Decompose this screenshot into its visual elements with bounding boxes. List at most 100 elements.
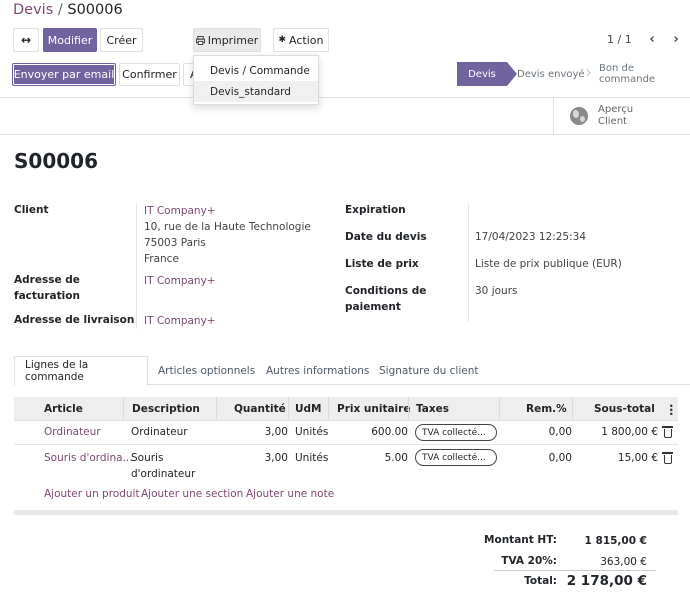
- tab-lignes-commande[interactable]: Lignes de la commande: [14, 356, 148, 386]
- row-article[interactable]: Ordinateur: [44, 424, 101, 440]
- conditions-label-line2: paiement: [345, 301, 401, 313]
- status-stage-devis[interactable]: Devis: [457, 62, 517, 86]
- add-note-link[interactable]: Ajouter une note: [246, 488, 334, 500]
- col-udm[interactable]: UdM: [295, 397, 322, 421]
- pager-next-button[interactable]: ›: [668, 30, 684, 48]
- trash-icon[interactable]: [662, 426, 673, 438]
- tax-badge[interactable]: TVA collecté...: [415, 449, 497, 466]
- control-panel: Devis / S00006 ↔ Modifier Créer Imprimer…: [0, 0, 690, 98]
- modifier-button[interactable]: Modifier: [43, 28, 97, 52]
- breadcrumb-separator: /: [53, 2, 68, 18]
- col-quantite[interactable]: Quantité: [234, 397, 286, 421]
- col-taxes[interactable]: Taxes: [416, 397, 449, 421]
- status-stage-bon-commande[interactable]: Bon de commande: [599, 62, 690, 86]
- imprimer-button[interactable]: Imprimer: [193, 28, 261, 52]
- conditions-paiement-field[interactable]: 30 jours: [475, 283, 517, 299]
- print-dropdown-menu: Devis / Commande Devis_standard: [193, 55, 319, 105]
- order-lines-header: Article Description Quantité UdM Prix un…: [14, 397, 678, 421]
- record-title: S00006: [14, 149, 98, 173]
- totals-divider: [494, 570, 656, 571]
- date-devis-field[interactable]: 17/04/2023 12:25:34: [475, 229, 586, 245]
- confirmer-button[interactable]: Confirmer: [119, 63, 180, 86]
- conditions-label-line1: Conditions de: [345, 285, 427, 297]
- divider: [0, 134, 553, 135]
- field-separator: [468, 204, 469, 322]
- row-prix: 600.00: [371, 426, 408, 438]
- row-remise: 0,00: [548, 452, 572, 464]
- expand-button[interactable]: ↔: [13, 28, 39, 52]
- row-sous-total: 15,00 €: [617, 452, 658, 464]
- row-prix: 5.00: [384, 452, 408, 464]
- form-sheet: Aperçu Client S00006 Client IT Company+ …: [0, 98, 690, 603]
- total-value: 2 178,00 €: [566, 573, 647, 589]
- print-icon: [195, 35, 205, 45]
- column-separator: [408, 397, 409, 421]
- row-quantite: 3,00: [264, 426, 288, 438]
- tax-badge[interactable]: TVA collecté...: [415, 424, 497, 441]
- add-product-link[interactable]: Ajouter un produit: [44, 488, 140, 500]
- tva-value: 363,00 €: [600, 556, 647, 568]
- table-footer-bar: [14, 510, 678, 515]
- liste-prix-field[interactable]: Liste de prix publique (EUR): [475, 256, 622, 272]
- trash-icon[interactable]: [662, 452, 673, 464]
- breadcrumb-current: S00006: [67, 2, 123, 18]
- column-separator: [123, 397, 124, 421]
- row-quantite: 3,00: [264, 452, 288, 464]
- optional-columns-icon[interactable]: · · ·: [669, 400, 674, 420]
- client-address-line3: France: [144, 253, 179, 265]
- column-separator: [288, 397, 289, 421]
- facturation-label-line1: Adresse de: [14, 274, 80, 286]
- total-label: Total:: [524, 575, 557, 587]
- apercu-label: Aperçu: [598, 104, 634, 115]
- expiration-label: Expiration: [345, 204, 406, 216]
- montant-ht-label: Montant HT:: [484, 534, 557, 546]
- print-menu-item-devis-standard[interactable]: Devis_standard: [194, 81, 318, 102]
- date-devis-label: Date du devis: [345, 231, 427, 243]
- tab-articles-optionnels[interactable]: Articles optionnels: [148, 356, 265, 385]
- tab-autres-informations[interactable]: Autres informations: [256, 356, 379, 385]
- envoyer-email-button[interactable]: Envoyer par email: [12, 63, 116, 86]
- livraison-address-link[interactable]: IT Company+: [144, 313, 216, 329]
- row-udm: Unités: [295, 452, 329, 464]
- column-separator: [328, 397, 329, 421]
- client-label: Client: [598, 116, 627, 127]
- apercu-client-button[interactable]: Aperçu Client: [553, 98, 690, 135]
- gear-icon: ✱: [278, 35, 287, 45]
- row-article[interactable]: Souris d'ordina...: [44, 450, 133, 466]
- pager-value[interactable]: 1 / 1: [607, 33, 632, 46]
- table-row[interactable]: Ordinateur Ordinateur 3,00 Unités 600.00…: [14, 420, 678, 445]
- row-udm: Unités: [295, 426, 329, 438]
- creer-button[interactable]: Créer: [100, 28, 143, 52]
- chevron-right-icon: ›: [585, 62, 593, 83]
- row-remise: 0,00: [548, 426, 572, 438]
- row-description: Ordinateur: [131, 426, 188, 438]
- table-row[interactable]: Souris d'ordina... Souris d'ordinateur 3…: [14, 446, 678, 484]
- client-name-link[interactable]: IT Company+: [144, 203, 216, 219]
- row-sous-total: 1 800,00 €: [601, 426, 658, 438]
- col-description[interactable]: Description: [132, 397, 200, 421]
- column-separator: [499, 397, 500, 421]
- breadcrumb: Devis / S00006: [13, 2, 123, 18]
- action-label: Action: [289, 33, 324, 47]
- imprimer-label: Imprimer: [207, 33, 259, 47]
- livraison-label: Adresse de livraison: [14, 314, 135, 326]
- row-description-line2: d'ordinateur: [131, 468, 196, 480]
- print-menu-item-devis-commande[interactable]: Devis / Commande: [194, 60, 318, 81]
- globe-icon: [570, 107, 588, 125]
- facturation-address-link[interactable]: IT Company+: [144, 273, 216, 289]
- column-separator: [216, 397, 217, 421]
- action-button[interactable]: ✱ Action: [273, 28, 329, 52]
- col-remise[interactable]: Rem.%: [526, 397, 567, 421]
- field-separator: [136, 204, 137, 329]
- tab-signature-client[interactable]: Signature du client: [369, 356, 489, 385]
- client-field-label: Client: [14, 204, 49, 216]
- col-prix-unitaire[interactable]: Prix unitaire: [337, 397, 410, 421]
- breadcrumb-parent[interactable]: Devis: [13, 2, 53, 18]
- col-sous-total[interactable]: Sous-total: [594, 397, 655, 421]
- row-description: Souris: [131, 452, 164, 464]
- status-stage-devis-envoye[interactable]: Devis envoyé: [517, 62, 585, 86]
- pager-previous-button[interactable]: ‹: [644, 30, 660, 48]
- col-article[interactable]: Article: [44, 397, 83, 421]
- montant-ht-value: 1 815,00 €: [584, 535, 647, 547]
- add-section-link[interactable]: Ajouter une section: [141, 488, 243, 500]
